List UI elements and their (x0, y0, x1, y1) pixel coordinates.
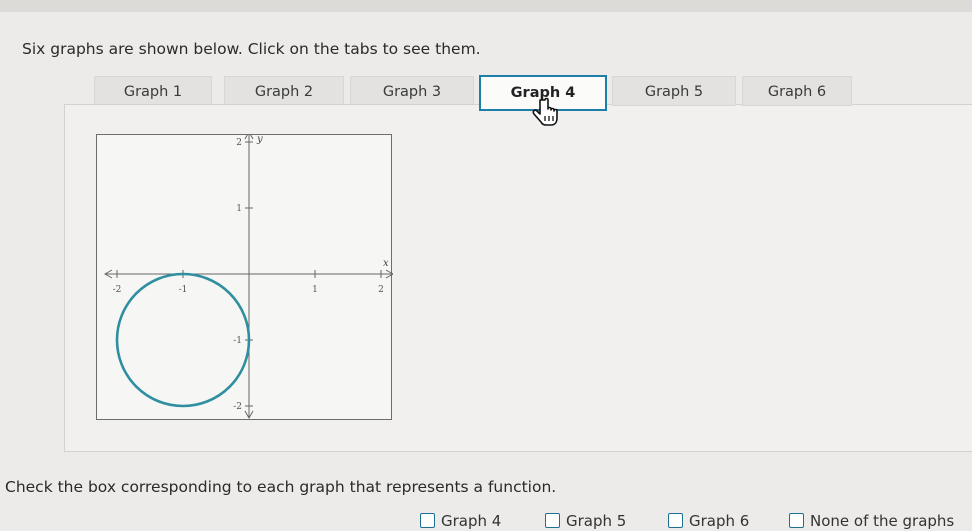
question-text: Check the box corresponding to each grap… (5, 478, 557, 496)
tab-graph-1[interactable]: Graph 1 (94, 76, 212, 106)
checkbox-label: Graph 4 (441, 512, 502, 530)
checkbox-row: Graph 4 Graph 5 Graph 6 None of the grap… (0, 508, 972, 531)
graph-plot: -2 -1 1 2 2 1 -1 -2 x y (103, 135, 393, 420)
top-band (0, 0, 972, 12)
x-tick-label: 2 (378, 285, 384, 295)
tab-graph-3[interactable]: Graph 3 (350, 76, 474, 106)
x-tick-label: -1 (179, 285, 188, 295)
checkbox-graph-4[interactable]: Graph 4 (420, 512, 501, 530)
y-tick-label: 2 (236, 138, 242, 148)
y-tick-label: -2 (233, 402, 242, 412)
x-tick-label: 1 (312, 285, 318, 295)
tab-label: Graph 5 (644, 84, 704, 100)
checkbox-none[interactable]: None of the graphs (789, 512, 954, 530)
hand-pointer-icon (532, 97, 558, 126)
checkbox-box[interactable] (789, 513, 804, 528)
checkbox-box[interactable] (668, 513, 683, 528)
checkbox-label: Graph 6 (689, 512, 750, 530)
checkbox-box[interactable] (545, 513, 560, 528)
tab-graph-2[interactable]: Graph 2 (224, 76, 344, 106)
y-tick-label: -1 (233, 336, 242, 346)
tab-label: Graph 6 (767, 84, 827, 100)
checkbox-label: None of the graphs (810, 512, 955, 530)
tab-label: Graph 1 (123, 84, 183, 100)
instruction-text: Six graphs are shown below. Click on the… (22, 40, 481, 58)
x-tick-label: -2 (113, 285, 122, 295)
x-axis-label: x (383, 258, 389, 269)
checkbox-graph-6[interactable]: Graph 6 (668, 512, 749, 530)
y-axis-label: y (256, 135, 263, 145)
tab-graph-6[interactable]: Graph 6 (742, 76, 852, 106)
tab-label: Graph 3 (382, 84, 442, 100)
graph-frame: -2 -1 1 2 2 1 -1 -2 x y (96, 134, 393, 420)
checkbox-graph-5[interactable]: Graph 5 (545, 512, 626, 530)
checkbox-label: Graph 5 (566, 512, 627, 530)
tab-graph-5[interactable]: Graph 5 (612, 76, 736, 106)
tab-label: Graph 2 (254, 84, 314, 100)
y-tick-label: 1 (236, 204, 242, 214)
checkbox-box[interactable] (420, 513, 435, 528)
